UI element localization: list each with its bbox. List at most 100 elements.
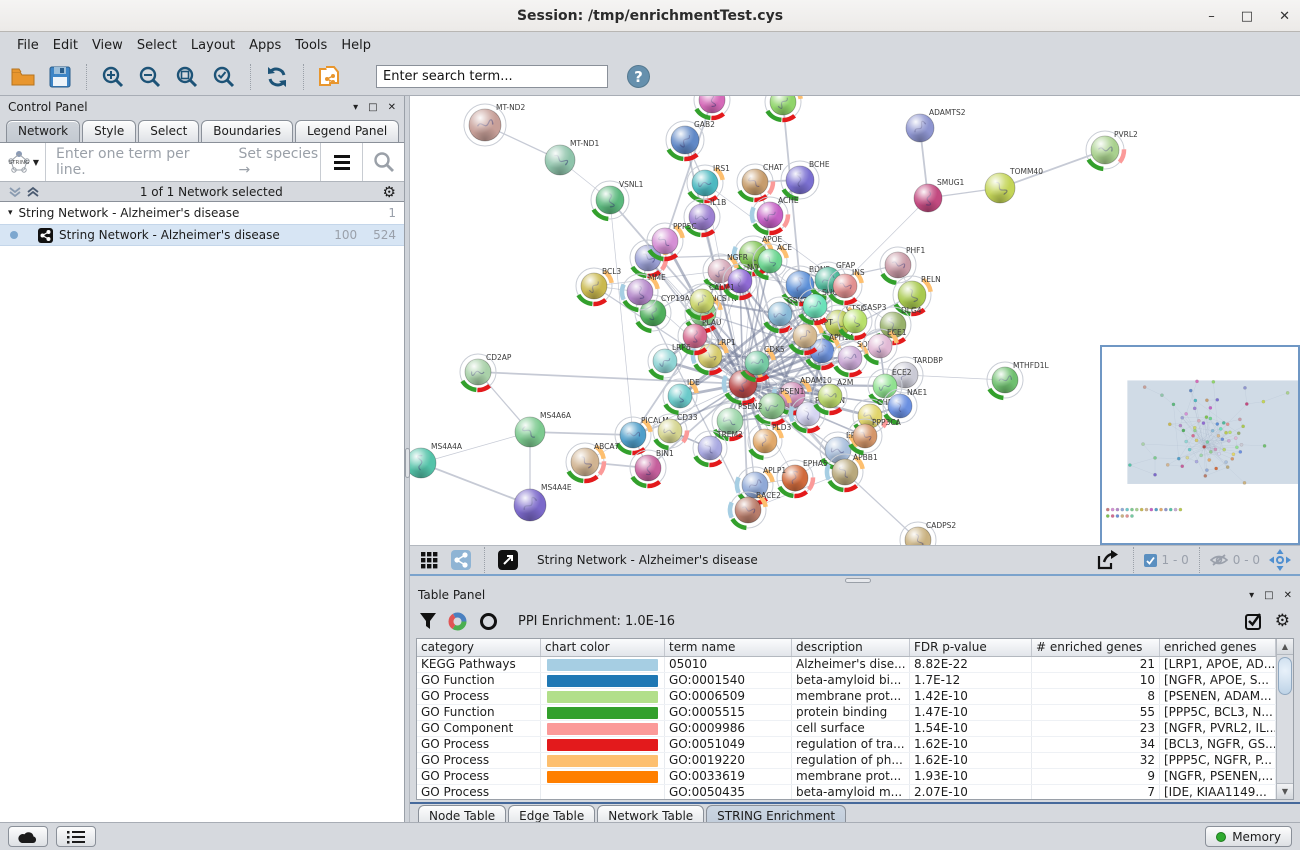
- cell-genes[interactable]: 8: [1032, 689, 1160, 704]
- panel-menu-icon[interactable]: ▾: [353, 102, 358, 113]
- cell-description[interactable]: cell surface: [792, 721, 910, 736]
- cell-list[interactable]: [NGFR, PVRL2, IL...: [1160, 721, 1276, 736]
- cell-fdr[interactable]: 1.93E-10: [910, 769, 1032, 784]
- help-button[interactable]: ?: [627, 65, 650, 88]
- panel-float-icon[interactable]: □: [1264, 590, 1273, 601]
- string-options-button[interactable]: [320, 143, 362, 181]
- export-network-button[interactable]: [1093, 547, 1123, 573]
- cell-color[interactable]: [541, 689, 665, 704]
- node-adamts2[interactable]: ADAMTS2: [906, 108, 966, 142]
- zoom-out-button[interactable]: [135, 62, 165, 92]
- memory-button[interactable]: Memory: [1205, 826, 1292, 847]
- edge[interactable]: [421, 463, 530, 505]
- cell-color[interactable]: [541, 657, 665, 672]
- table-scrollbar[interactable]: ▲ ▼: [1276, 639, 1293, 799]
- column-header-0[interactable]: category: [417, 639, 541, 656]
- node-ms4a4a[interactable]: MS4A4A: [410, 442, 463, 478]
- open-session-button[interactable]: [8, 62, 38, 92]
- table-row[interactable]: GO ProcessGO:0051049regulation of tra...…: [417, 737, 1276, 753]
- menu-select[interactable]: Select: [130, 35, 184, 56]
- node-tomm40[interactable]: TOMM40: [985, 167, 1043, 203]
- cell-list[interactable]: [PPP5C, NGFR, P...: [1160, 753, 1276, 768]
- network-row[interactable]: String Network - Alzheimer's disease 100…: [0, 224, 404, 246]
- maximize-button[interactable]: □: [1241, 9, 1253, 24]
- node-abca7[interactable]: ABCA7: [566, 442, 620, 481]
- node-protein[interactable]: [694, 96, 730, 118]
- gear-icon[interactable]: ⚙: [1275, 611, 1290, 631]
- table-row[interactable]: GO ComponentGO:0009986cell surface1.54E-…: [417, 721, 1276, 737]
- panel-float-icon[interactable]: □: [368, 102, 377, 113]
- cell-description[interactable]: protein binding: [792, 705, 910, 720]
- table-row[interactable]: KEGG Pathways05010Alzheimer's dise...8.8…: [417, 657, 1276, 673]
- import-network-button[interactable]: [315, 62, 345, 92]
- scroll-up-button[interactable]: ▲: [1277, 639, 1293, 655]
- node-a2m[interactable]: A2M: [813, 378, 853, 413]
- string-source-selector[interactable]: STRING ▼: [0, 143, 46, 181]
- cell-category[interactable]: GO Process: [417, 753, 541, 768]
- zoom-selected-button[interactable]: [209, 62, 239, 92]
- pan-tool-button[interactable]: [1266, 547, 1294, 573]
- cell-category[interactable]: GO Process: [417, 785, 541, 799]
- cell-list[interactable]: [LRP1, APOE, AD...: [1160, 657, 1276, 672]
- cell-list[interactable]: [PSENEN, ADAM...: [1160, 689, 1276, 704]
- edge[interactable]: [530, 432, 633, 435]
- cell-color[interactable]: [541, 769, 665, 784]
- edge[interactable]: [845, 472, 918, 540]
- cell-color[interactable]: [541, 785, 665, 799]
- node-cd2ap[interactable]: CD2AP: [460, 353, 512, 390]
- cell-genes[interactable]: 21: [1032, 657, 1160, 672]
- gear-icon[interactable]: ⚙: [383, 183, 396, 201]
- cell-fdr[interactable]: 1.62E-10: [910, 753, 1032, 768]
- column-header-1[interactable]: chart color: [541, 639, 665, 656]
- open-in-browser-button[interactable]: [495, 547, 521, 573]
- cell-category[interactable]: GO Process: [417, 689, 541, 704]
- cell-genes[interactable]: 34: [1032, 737, 1160, 752]
- node-lrp6[interactable]: LRP6: [648, 343, 691, 378]
- tab-select[interactable]: Select: [138, 120, 199, 142]
- table-row[interactable]: GO FunctionGO:0001540beta-amyloid bi...1…: [417, 673, 1276, 689]
- cell-category[interactable]: GO Function: [417, 705, 541, 720]
- cell-category[interactable]: GO Function: [417, 673, 541, 688]
- table-row[interactable]: GO FunctionGO:0005515protein binding1.47…: [417, 705, 1276, 721]
- cell-category[interactable]: GO Process: [417, 769, 541, 784]
- tab-boundaries[interactable]: Boundaries: [201, 120, 293, 142]
- node-bcl3[interactable]: BCL3: [576, 267, 621, 304]
- menu-view[interactable]: View: [85, 35, 130, 56]
- cell-genes[interactable]: 9: [1032, 769, 1160, 784]
- node-cadps2[interactable]: CADPS2: [900, 521, 956, 545]
- column-header-4[interactable]: FDR p-value: [910, 639, 1032, 656]
- show-grid-button[interactable]: [416, 547, 442, 573]
- menu-edit[interactable]: Edit: [46, 35, 85, 56]
- cell-term[interactable]: GO:0019220: [665, 753, 792, 768]
- node-ms4a6a[interactable]: MS4A6A: [515, 411, 572, 447]
- table-row[interactable]: GO ProcessGO:0050435beta-amyloid m...2.0…: [417, 785, 1276, 799]
- cell-description[interactable]: beta-amyloid m...: [792, 785, 910, 799]
- column-header-6[interactable]: enriched genes: [1160, 639, 1276, 656]
- collection-expander-icon[interactable]: ▾: [8, 208, 13, 218]
- donut-chart-icon[interactable]: [448, 612, 467, 631]
- panel-close-icon[interactable]: ✕: [1284, 590, 1292, 601]
- collapse-all-icon[interactable]: [8, 185, 22, 199]
- cell-color[interactable]: [541, 721, 665, 736]
- tab-style[interactable]: Style: [82, 120, 136, 142]
- menu-layout[interactable]: Layout: [184, 35, 242, 56]
- node-ide[interactable]: IDE: [663, 378, 700, 413]
- cell-term[interactable]: GO:0009986: [665, 721, 792, 736]
- cell-list[interactable]: [NGFR, APOE, S...: [1160, 673, 1276, 688]
- cell-description[interactable]: beta-amyloid bi...: [792, 673, 910, 688]
- node-bace2[interactable]: BACE2: [730, 491, 781, 528]
- cell-term[interactable]: GO:0051049: [665, 737, 792, 752]
- table-row[interactable]: GO ProcessGO:0006509membrane prot...1.42…: [417, 689, 1276, 705]
- scrollbar-thumb[interactable]: [1278, 657, 1292, 695]
- node-epha5[interactable]: EPHA5: [777, 459, 828, 496]
- node-smug1[interactable]: SMUG1: [914, 178, 965, 212]
- cell-genes[interactable]: 55: [1032, 705, 1160, 720]
- menu-file[interactable]: File: [10, 35, 46, 56]
- node-bin1[interactable]: BIN1: [630, 449, 674, 486]
- zoom-in-button[interactable]: [98, 62, 128, 92]
- cell-term[interactable]: 05010: [665, 657, 792, 672]
- minimize-button[interactable]: –: [1208, 9, 1215, 24]
- cell-category[interactable]: KEGG Pathways: [417, 657, 541, 672]
- overview-canvas[interactable]: [1102, 347, 1298, 543]
- scroll-down-button[interactable]: ▼: [1277, 783, 1293, 799]
